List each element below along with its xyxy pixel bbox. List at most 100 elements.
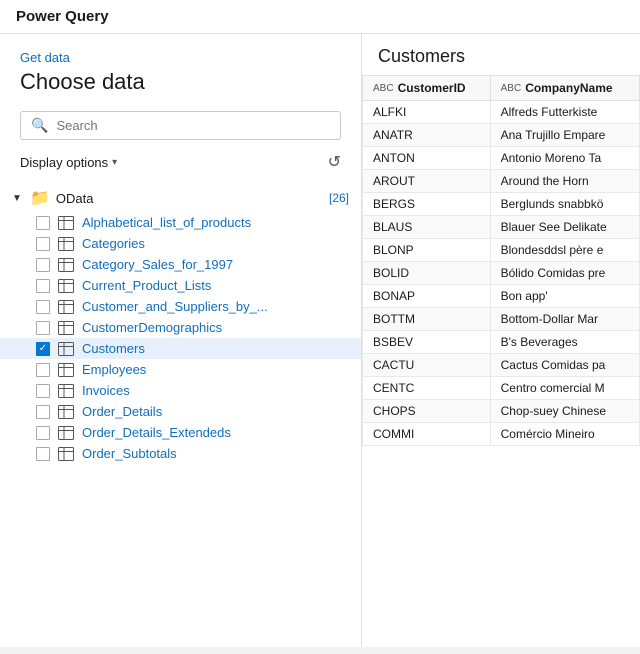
tree-item[interactable]: Current_Product_Lists xyxy=(0,275,361,296)
table-row: BOLIDBólido Comidas pre xyxy=(363,262,640,285)
table-row: BOTTMBottom-Dollar Mar xyxy=(363,308,640,331)
tree-item[interactable]: Alphabetical_list_of_products xyxy=(0,212,361,233)
table-body: ALFKIAlfreds FutterkisteANATRAna Trujill… xyxy=(363,101,640,446)
company-name-cell: Antonio Moreno Ta xyxy=(490,147,639,170)
customer-id-cell: AROUT xyxy=(363,170,491,193)
company-name-cell: Around the Horn xyxy=(490,170,639,193)
tree-item-label: Categories xyxy=(82,236,145,251)
table-icon xyxy=(58,363,74,377)
tree-item[interactable]: CustomerDemographics xyxy=(0,317,361,338)
table-row: BLONPBlondesddsl père e xyxy=(363,239,640,262)
table-icon xyxy=(58,342,74,356)
choose-data-title: Choose data xyxy=(0,69,361,111)
checkbox[interactable] xyxy=(36,447,50,461)
tree-item-label: CustomerDemographics xyxy=(82,320,222,335)
checkbox[interactable] xyxy=(36,321,50,335)
checkbox[interactable] xyxy=(36,300,50,314)
app-title: Power Query xyxy=(16,8,109,25)
company-name-cell: Blauer See Delikate xyxy=(490,216,639,239)
tree-item[interactable]: Order_Details_Extendeds xyxy=(0,422,361,443)
table-row: CHOPSChop-suey Chinese xyxy=(363,400,640,423)
search-icon: 🔍 xyxy=(31,117,48,134)
tree-item[interactable]: Employees xyxy=(0,359,361,380)
data-table-wrapper[interactable]: ABC CustomerID ABC CompanyName ALFKIAlfr… xyxy=(362,75,640,647)
company-name-cell: Bottom-Dollar Mar xyxy=(490,308,639,331)
refresh-button[interactable]: ↺ xyxy=(328,152,341,172)
search-input[interactable] xyxy=(56,118,330,133)
company-name-cell: Chop-suey Chinese xyxy=(490,400,639,423)
table-icon xyxy=(58,216,74,230)
tree-item-label: Category_Sales_for_1997 xyxy=(82,257,233,272)
column-header: ABC CompanyName xyxy=(490,76,639,101)
company-name-cell: Cactus Comidas pa xyxy=(490,354,639,377)
table-icon xyxy=(58,384,74,398)
customer-id-cell: CENTC xyxy=(363,377,491,400)
table-row: ANATRAna Trujillo Empare xyxy=(363,124,640,147)
customer-id-cell: BLONP xyxy=(363,239,491,262)
checkbox[interactable] xyxy=(36,405,50,419)
customer-id-cell: BERGS xyxy=(363,193,491,216)
col-type-icon: ABC xyxy=(501,83,522,94)
tree-item-label: Invoices xyxy=(82,383,130,398)
tree-item[interactable]: Order_Subtotals xyxy=(0,443,361,464)
company-name-cell: Blondesddsl père e xyxy=(490,239,639,262)
table-icon xyxy=(58,300,74,314)
tree-item-label: Order_Details_Extendeds xyxy=(82,425,231,440)
tree-item-label: Customers xyxy=(82,341,145,356)
search-box: 🔍 xyxy=(20,111,341,140)
tree-item[interactable]: Categories xyxy=(0,233,361,254)
column-label: CompanyName xyxy=(525,81,612,95)
checkbox[interactable] xyxy=(36,216,50,230)
data-table: ABC CustomerID ABC CompanyName ALFKIAlfr… xyxy=(362,75,640,446)
tree-root-item[interactable]: ▼ 📁 OData [26] xyxy=(0,184,361,212)
customer-id-cell: BOTTM xyxy=(363,308,491,331)
tree-item[interactable]: Category_Sales_for_1997 xyxy=(0,254,361,275)
table-row: ALFKIAlfreds Futterkiste xyxy=(363,101,640,124)
company-name-cell: Bon app' xyxy=(490,285,639,308)
checkbox[interactable] xyxy=(36,384,50,398)
tree-item-label: Order_Subtotals xyxy=(82,446,177,461)
checkbox[interactable] xyxy=(36,258,50,272)
checkbox[interactable]: ✓ xyxy=(36,342,50,356)
table-row: CENTCCentro comercial M xyxy=(363,377,640,400)
checkbox[interactable] xyxy=(36,279,50,293)
company-name-cell: Alfreds Futterkiste xyxy=(490,101,639,124)
checkbox[interactable] xyxy=(36,426,50,440)
table-icon xyxy=(58,237,74,251)
table-icon xyxy=(58,321,74,335)
tree-item[interactable]: Order_Details xyxy=(0,401,361,422)
customer-id-cell: ANTON xyxy=(363,147,491,170)
table-header: ABC CustomerID ABC CompanyName xyxy=(363,76,640,101)
right-panel: Customers ABC CustomerID ABC CompanyName… xyxy=(362,34,640,647)
col-type-icon: ABC xyxy=(373,83,394,94)
tree-item-label: Customer_and_Suppliers_by_... xyxy=(82,299,268,314)
customer-id-cell: BSBEV xyxy=(363,331,491,354)
tree-root-label: OData xyxy=(56,191,323,206)
table-row: AROUTAround the Horn xyxy=(363,170,640,193)
column-header: ABC CustomerID xyxy=(363,76,491,101)
tree-item[interactable]: Invoices xyxy=(0,380,361,401)
table-row: BERGSBerglunds snabbkö xyxy=(363,193,640,216)
tree-item[interactable]: Customer_and_Suppliers_by_... xyxy=(0,296,361,317)
tree-items-container: Alphabetical_list_of_products Categories… xyxy=(0,212,361,464)
tree-item-label: Alphabetical_list_of_products xyxy=(82,215,251,230)
company-name-cell: Comércio Mineiro xyxy=(490,423,639,446)
company-name-cell: B's Beverages xyxy=(490,331,639,354)
company-name-cell: Centro comercial M xyxy=(490,377,639,400)
table-icon xyxy=(58,258,74,272)
get-data-label: Get data xyxy=(0,34,361,69)
table-row: BLAUSBlauer See Delikate xyxy=(363,216,640,239)
checkbox[interactable] xyxy=(36,363,50,377)
table-icon xyxy=(58,405,74,419)
checkbox[interactable] xyxy=(36,237,50,251)
tree-item[interactable]: ✓ Customers xyxy=(0,338,361,359)
collapse-arrow-icon: ▼ xyxy=(12,193,24,204)
left-panel: Get data Choose data 🔍 Display options ▾… xyxy=(0,34,362,647)
customer-id-cell: BONAP xyxy=(363,285,491,308)
table-row: BSBEVB's Beverages xyxy=(363,331,640,354)
display-options-row: Display options ▾ ↺ xyxy=(0,148,361,180)
chevron-down-icon: ▾ xyxy=(112,157,117,168)
display-options-button[interactable]: Display options ▾ xyxy=(20,155,117,170)
customer-id-cell: BOLID xyxy=(363,262,491,285)
tree-item-label: Current_Product_Lists xyxy=(82,278,211,293)
